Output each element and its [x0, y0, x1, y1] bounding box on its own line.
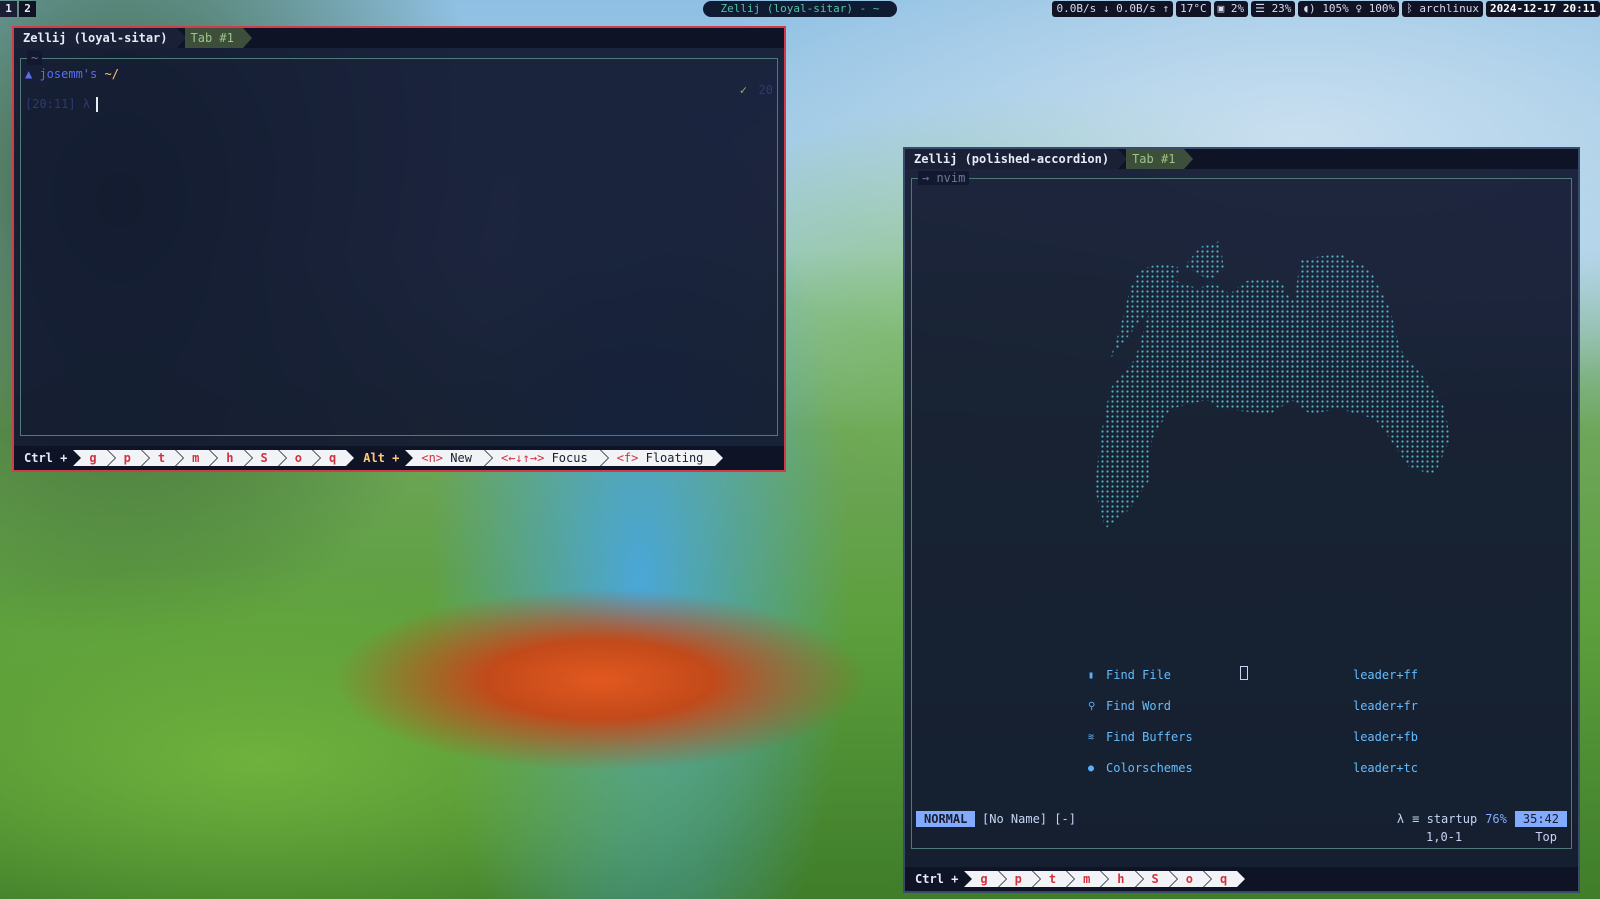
hint-key-g[interactable]: g: [964, 871, 1006, 887]
time-indicator: 35:42: [1514, 811, 1567, 827]
speaker-icon: ◖): [1302, 2, 1323, 15]
zellij-window-loyal-sitar[interactable]: Zellij (loyal-sitar) Tab #1 ~ ▲ josemm's…: [12, 26, 786, 472]
buffers-icon: ≋: [1088, 731, 1095, 743]
hint-new[interactable]: <n> New: [405, 450, 492, 466]
zellij-hint-bar: Ctrl + g p t m h S o q Alt + <n> New <←↓…: [14, 446, 784, 470]
shell-prompt: ▲ josemm's ~/: [25, 67, 119, 81]
wallpaper-flowers: [0, 600, 900, 899]
microphone-icon: ♀: [1355, 2, 1369, 15]
nvim-ruler: 1,0-1 Top: [912, 830, 1571, 846]
memory-icon: ☰: [1255, 2, 1272, 15]
arch-icon: ▲: [25, 67, 40, 81]
terminal-pane[interactable]: ~ ▲ josemm's ~/ [20:11] λ ✓ 20: [20, 51, 778, 436]
workspace-2[interactable]: 2: [19, 1, 36, 17]
palette-icon: ●: [1088, 762, 1095, 774]
hint-key-g[interactable]: g: [73, 450, 115, 466]
cpu-usage: ▣ 2%: [1213, 1, 1249, 17]
zellij-tab-bar: Zellij (polished-accordion) Tab #1: [905, 149, 1578, 169]
volume[interactable]: ◖) 105% ♀ 100%: [1298, 1, 1400, 17]
text-cursor: [96, 97, 99, 112]
tab-1[interactable]: Tab #1: [184, 28, 243, 48]
file-icon: ▮: [1088, 669, 1095, 681]
dashboard-item-find-word[interactable]: ⚲ Find Word leader+fr: [1088, 696, 1418, 716]
pane-title: ~: [27, 51, 43, 65]
hint-focus[interactable]: <←↓↑→> Focus: [484, 450, 608, 466]
shell-prompt-line: [20:11] λ: [25, 97, 99, 112]
cpu-icon: ▣: [1217, 2, 1231, 15]
statusline-right: λ ≡ startup 76% 35:42: [1397, 811, 1567, 827]
pane-title: → nvim: [918, 171, 970, 185]
buffer-name: [No Name] [-]: [982, 812, 1076, 826]
percent-indicator: 76%: [1485, 812, 1507, 826]
top-status-bar: 1 2 Zellij (loyal-sitar) - ~ 0.0B/s ↓ 0.…: [0, 0, 1600, 18]
powerline-separator: [1184, 149, 1194, 169]
git-icon: λ: [1396, 812, 1405, 826]
startup-indicator: ≡ startup: [1412, 812, 1478, 826]
status-modules: 0.0B/s ↓ 0.0B/s ↑ 17°C ▣ 2% ☰ 23% ◖) 105…: [1052, 1, 1600, 17]
dashboard-item-colorschemes[interactable]: ● Colorschemes leader+tc: [1088, 758, 1418, 778]
memory-usage: ☰ 23%: [1251, 1, 1296, 17]
ctrl-label: Ctrl +: [915, 872, 959, 886]
cursor-position: 1,0-1: [1426, 830, 1463, 844]
hint-floating[interactable]: <f> Floating: [600, 450, 724, 466]
right-prompt-number: 20: [758, 83, 773, 97]
workspace-1[interactable]: 1: [0, 1, 17, 17]
dashboard-item-find-file[interactable]: ▮ Find File leader+ff: [1088, 665, 1418, 685]
bluetooth-icon: ᛒ: [1406, 2, 1420, 15]
tab-1[interactable]: Tab #1: [1126, 149, 1185, 169]
dashboard-item-find-buffers[interactable]: ≋ Find Buffers leader+fb: [1088, 727, 1418, 747]
zellij-tab-bar: Zellij (loyal-sitar) Tab #1: [14, 28, 784, 48]
alt-label: Alt +: [363, 451, 400, 465]
hostname: ᛒ archlinux: [1402, 1, 1484, 17]
zellij-hint-bar: Ctrl + g p t m h S o q: [905, 867, 1578, 891]
zellij-window-polished-accordion[interactable]: Zellij (polished-accordion) Tab #1 → nvi…: [903, 147, 1580, 893]
scroll-position: Top: [1535, 830, 1557, 844]
search-icon: ⚲: [1088, 700, 1096, 712]
network-speed: 0.0B/s ↓ 0.0B/s ↑: [1052, 1, 1174, 17]
nvim-cursor: [1240, 666, 1248, 680]
session-name: Zellij (polished-accordion): [905, 149, 1119, 169]
session-name: Zellij (loyal-sitar): [14, 28, 177, 48]
nvim-pane[interactable]: → nvim ▮ Find File leader+ff ⚲ Find Word…: [911, 171, 1572, 849]
focused-window-title: Zellij (loyal-sitar) - ~: [703, 1, 897, 17]
nvim-statusline: NORMAL [No Name] [-] λ ≡ startup 76% 35:…: [912, 810, 1571, 828]
temperature: 17°C: [1176, 1, 1211, 17]
status-check-icon: ✓: [739, 83, 747, 97]
mode-indicator: NORMAL: [916, 811, 976, 827]
clock: 2024-12-17 20:11: [1486, 1, 1600, 17]
ctrl-label: Ctrl +: [24, 451, 68, 465]
powerline-separator: [242, 28, 252, 48]
ascii-logo: [1095, 241, 1450, 529]
